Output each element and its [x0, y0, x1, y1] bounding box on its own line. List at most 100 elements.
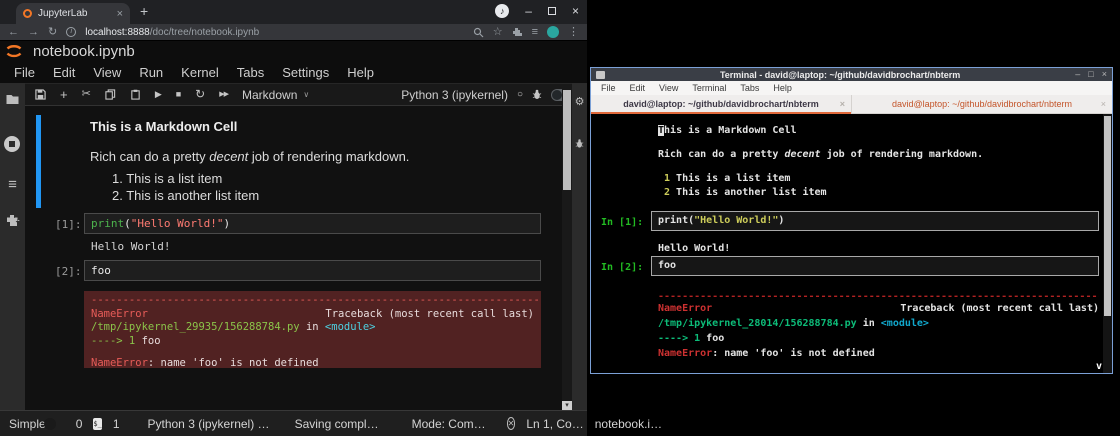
nbterm-code-cell[interactable]: print("Hello World!")	[651, 211, 1099, 231]
terminal-minimize-button[interactable]: –	[1075, 68, 1080, 81]
menu-edit[interactable]: Edit	[44, 65, 84, 80]
terminal-close-button[interactable]: ×	[1102, 68, 1107, 81]
window-maximize-button[interactable]	[548, 7, 556, 15]
run-cell-icon[interactable]: ▶	[155, 89, 162, 100]
extension-manager-icon[interactable]	[0, 214, 25, 227]
jupyterlab-menubar: File Edit View Run Kernel Tabs Settings …	[0, 62, 587, 83]
kernels-count[interactable]: 1	[113, 417, 120, 431]
terminals-icon[interactable]: $_	[93, 418, 101, 430]
menu-help[interactable]: Help	[338, 65, 383, 80]
restart-run-all-icon[interactable]: ▶▶	[219, 89, 228, 100]
nbterm-code-cell[interactable]: foo	[651, 256, 1099, 276]
jupyterlab-header: notebook.ipynb	[0, 41, 587, 62]
nbterm-error-message-line: NameError: name 'foo' is not defined	[658, 348, 875, 359]
debugger-bug-icon[interactable]	[532, 89, 542, 100]
tab-close-icon[interactable]: ×	[840, 99, 845, 109]
left-sidebar: ≡	[0, 83, 25, 410]
saving-status: Saving compl…	[295, 417, 379, 431]
cut-cell-icon[interactable]: ✂	[82, 89, 91, 100]
menu-settings[interactable]: Settings	[273, 65, 338, 80]
paste-cell-icon[interactable]	[130, 89, 141, 100]
media-controls-icon[interactable]: ♪	[495, 4, 509, 18]
terminal-tab-active[interactable]: david@laptop: ~/github/davidbrochart/nbt…	[591, 95, 852, 113]
browser-menu-icon[interactable]: ⋮	[568, 27, 579, 38]
selected-cell-indicator	[36, 115, 41, 208]
menu-tabs[interactable]: Tabs	[228, 65, 273, 80]
url-path: /doc/tree/notebook.ipynb	[150, 27, 260, 38]
jupyterlab-app: notebook.ipynb File Edit View Run Kernel…	[0, 41, 587, 436]
terminal-scrollbar[interactable]	[1103, 114, 1112, 373]
error-output: ----------------------------------------…	[84, 291, 541, 368]
browser-tab[interactable]: JupyterLab ×	[16, 3, 130, 24]
menu-run[interactable]: Run	[130, 65, 172, 80]
tab-close-icon[interactable]: ×	[1101, 99, 1106, 109]
terminal-titlebar[interactable]: Terminal - david@laptop: ~/github/davidb…	[591, 68, 1112, 81]
cell-prompt: [1]:	[55, 218, 82, 231]
menu-view[interactable]: View	[84, 65, 130, 80]
menu-file[interactable]: File	[5, 65, 44, 80]
kernel-name-label[interactable]: Python 3 (ipykernel)	[401, 88, 508, 102]
browser-window: JupyterLab × + ♪ – × ← → ↻ i localhost:8…	[0, 0, 587, 436]
file-browser-folder-icon[interactable]	[0, 93, 25, 105]
terminal-maximize-button[interactable]: □	[1088, 68, 1093, 81]
search-icon[interactable]	[473, 27, 484, 38]
term-menu-terminal[interactable]: Terminal	[685, 83, 733, 93]
terminal-tab-inactive[interactable]: david@laptop: ~/github/davidbrochart/nbt…	[852, 95, 1112, 113]
term-menu-view[interactable]: View	[652, 83, 685, 93]
url-host: localhost:8888	[85, 27, 150, 38]
add-cell-icon[interactable]: +	[60, 89, 68, 100]
bookmark-star-icon[interactable]: ☆	[493, 27, 503, 38]
window-close-button[interactable]: ×	[572, 4, 579, 18]
running-kernels-icon[interactable]	[4, 136, 20, 152]
nbterm-error-arrow-line: ----> 1 foo	[658, 333, 724, 344]
back-icon[interactable]: ←	[8, 27, 19, 38]
nbterm-cell-prompt: In [2]:	[601, 262, 643, 273]
cell-type-dropdown[interactable]: Markdown ∨	[242, 88, 309, 102]
kernel-status-text[interactable]: Python 3 (ipykernel) …	[148, 417, 270, 431]
reading-list-icon[interactable]: ≡	[532, 27, 538, 38]
scrollbar-thumb[interactable]	[563, 90, 571, 190]
restart-kernel-icon[interactable]: ↻	[195, 89, 205, 100]
term-menu-file[interactable]: File	[594, 83, 623, 93]
terminals-count[interactable]: 0	[76, 417, 83, 431]
nbterm-markdown-heading: This is a Markdown Cell	[658, 125, 796, 136]
save-icon[interactable]	[35, 89, 46, 100]
term-menu-tabs[interactable]: Tabs	[733, 83, 766, 93]
cell-prompt: [2]:	[55, 265, 82, 278]
markdown-list-item: 1. This is a list item	[112, 171, 222, 186]
reload-icon[interactable]: ↻	[48, 27, 57, 38]
code-cell-input[interactable]: print("Hello World!")	[84, 213, 541, 234]
property-inspector-gear-icon[interactable]: ⚙	[572, 95, 587, 108]
notebook-content: This is a Markdown Cell Rich can do a pr…	[25, 106, 562, 410]
browser-addressbar: ← → ↻ i localhost:8888/doc/tree/notebook…	[0, 24, 587, 41]
debugger-sidebar-bug-icon[interactable]	[575, 138, 584, 149]
right-sidebar: ⚙	[572, 83, 587, 410]
term-menu-edit[interactable]: Edit	[623, 83, 653, 93]
terminal-window: Terminal - david@laptop: ~/github/davidb…	[590, 67, 1113, 374]
kernel-status-icon: ○	[517, 89, 523, 100]
site-info-icon[interactable]: i	[66, 27, 76, 37]
new-tab-button[interactable]: +	[140, 3, 148, 19]
nbterm-cell-prompt: In [1]:	[601, 217, 643, 228]
scrollbar-down-arrow-icon[interactable]: ▾	[562, 401, 572, 410]
menu-kernel[interactable]: Kernel	[172, 65, 228, 80]
profile-avatar[interactable]	[547, 26, 559, 38]
nbterm-list-item: 1 This is a list item	[664, 173, 790, 184]
cell-type-value: Markdown	[242, 88, 297, 102]
tab-close-icon[interactable]: ×	[117, 8, 123, 20]
extensions-puzzle-icon[interactable]	[512, 27, 523, 38]
term-menu-help[interactable]: Help	[766, 83, 799, 93]
browser-tabstrip: JupyterLab × + ♪ – ×	[0, 0, 587, 24]
line-col-status[interactable]: Ln 1, Co…	[526, 417, 583, 431]
scrollbar-thumb[interactable]	[1104, 116, 1111, 316]
forward-icon[interactable]: →	[28, 27, 39, 38]
nbterm-screen[interactable]: This is a Markdown Cell Rich can do a pr…	[591, 114, 1112, 373]
url-field[interactable]: localhost:8888/doc/tree/notebook.ipynb	[85, 27, 463, 38]
stop-kernel-icon[interactable]: ■	[176, 89, 181, 100]
copy-cell-icon[interactable]	[105, 89, 116, 100]
table-of-contents-icon[interactable]: ≡	[0, 176, 25, 193]
code-cell-input[interactable]: foo	[84, 260, 541, 281]
notebook-scrollbar[interactable]	[562, 88, 572, 410]
window-minimize-button[interactable]: –	[525, 4, 532, 18]
circle-x-icon[interactable]: ✕	[507, 417, 516, 430]
